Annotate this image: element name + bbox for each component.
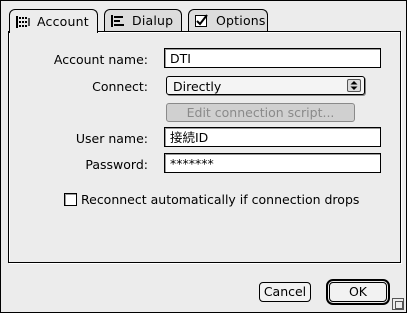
tab-dialup-label: Dialup — [132, 13, 174, 28]
tab-options[interactable]: Options — [188, 9, 268, 31]
tab-dialup[interactable]: Dialup — [104, 9, 182, 31]
tab-options-label: Options — [216, 13, 266, 28]
settings-dialog: Account Dialup Options Account name: DTI… — [0, 0, 407, 313]
cancel-button[interactable]: Cancel — [259, 282, 311, 302]
account-panel — [8, 31, 401, 263]
resize-grip-icon[interactable] — [392, 298, 404, 310]
tab-account[interactable]: Account — [9, 9, 98, 33]
bars-icon — [110, 14, 126, 28]
grid-icon — [15, 15, 31, 29]
tab-account-label: Account — [37, 14, 89, 29]
checkbox-icon — [194, 13, 210, 28]
ok-button[interactable]: OK — [329, 282, 387, 302]
